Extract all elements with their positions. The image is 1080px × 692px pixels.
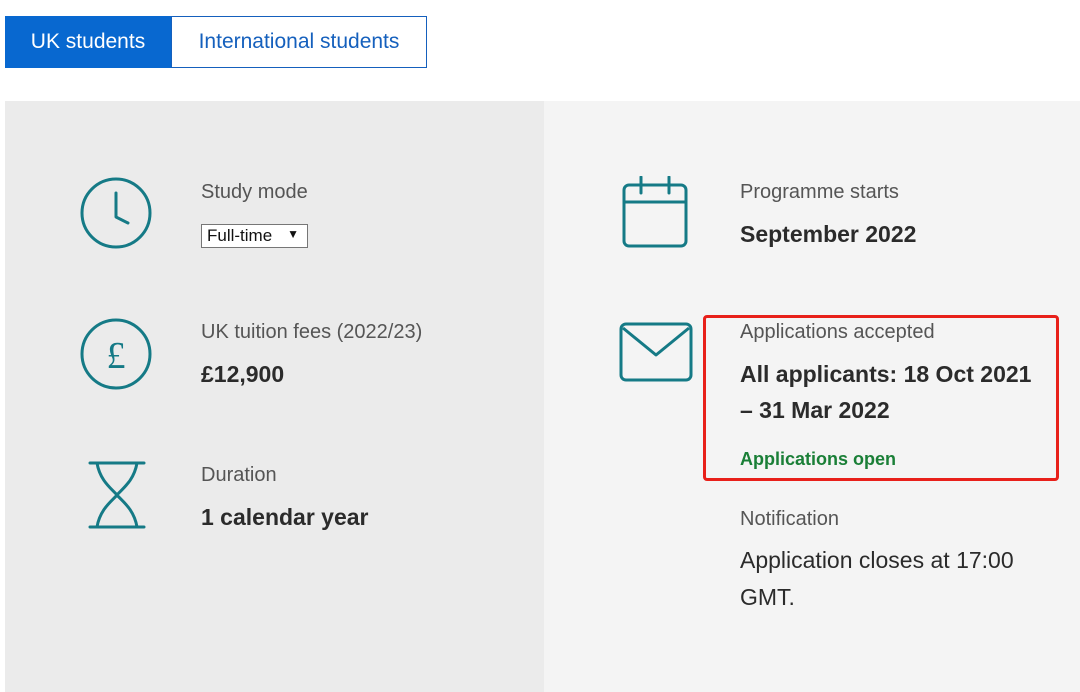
clock-icon — [80, 177, 152, 249]
applications-accepted-label: Applications accepted — [740, 321, 935, 343]
notification-label: Notification — [740, 508, 839, 530]
hourglass-icon — [88, 461, 146, 529]
tuition-fees-label: UK tuition fees (2022/23) — [201, 321, 423, 343]
study-mode-select[interactable]: Full-time ▼ — [201, 224, 308, 248]
programme-starts-value: September 2022 — [740, 221, 917, 247]
envelope-icon — [619, 322, 693, 382]
study-mode-label: Study mode — [201, 181, 308, 203]
notification-text: Application closes at 17:00 GMT. — [740, 547, 1014, 610]
tab-international-students[interactable]: International students — [171, 16, 427, 68]
pound-icon: £ — [80, 318, 152, 390]
duration-label: Duration — [201, 464, 277, 486]
applications-accepted-value: All applicants: 18 Oct 2021 – 31 Mar 202… — [740, 361, 1032, 423]
tab-uk-students[interactable]: UK students — [5, 16, 171, 68]
student-type-tabs: UK students International students — [5, 16, 427, 68]
tuition-fees-value: £12,900 — [201, 361, 285, 387]
programme-starts-label: Programme starts — [740, 181, 899, 203]
dropdown-arrow-icon: ▼ — [287, 227, 299, 241]
application-status-badge: Applications open — [740, 449, 897, 469]
svg-text:£: £ — [107, 335, 126, 377]
duration-value: 1 calendar year — [201, 504, 369, 530]
calendar-icon — [622, 176, 688, 248]
study-mode-selected-value: Full-time — [207, 226, 273, 245]
